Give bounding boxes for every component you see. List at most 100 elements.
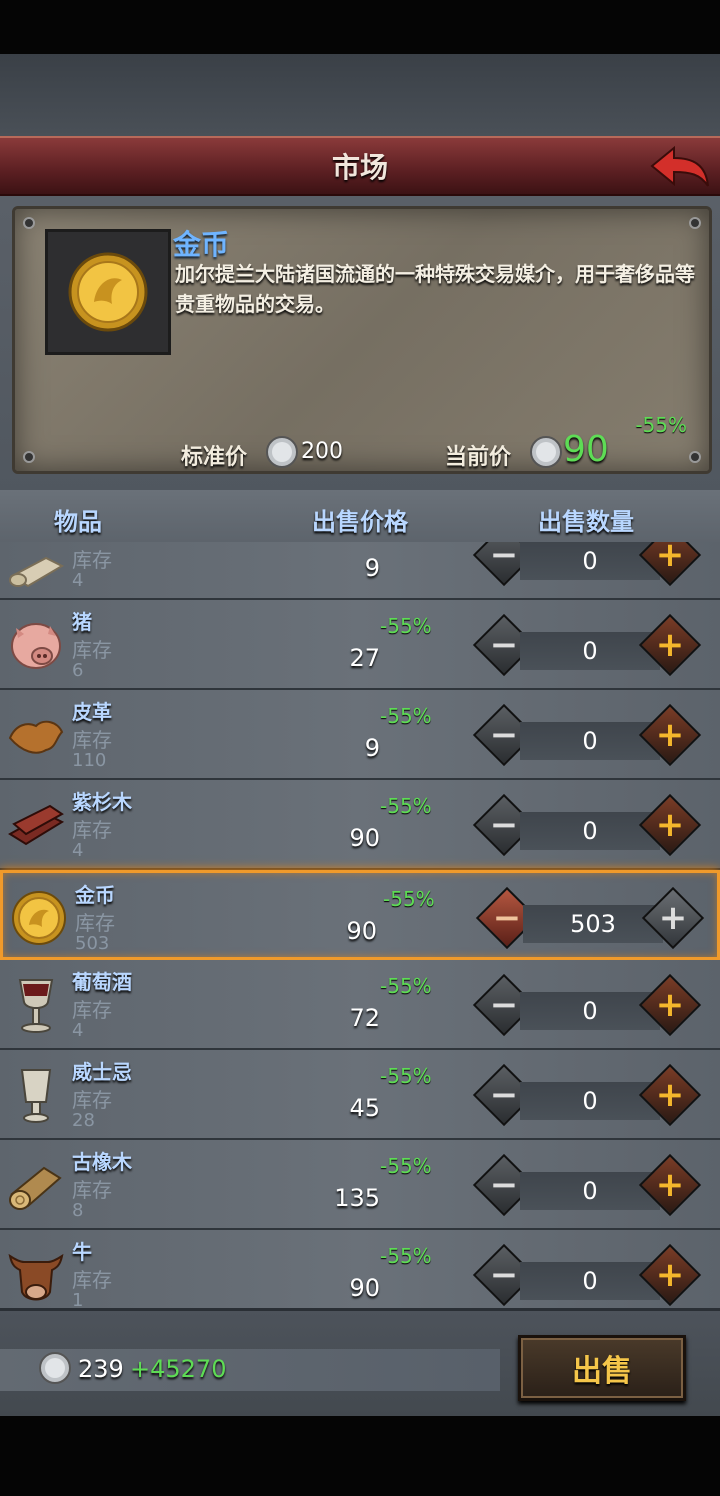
sell-price: 9 (364, 554, 380, 582)
item-name: 古橡木 (72, 1150, 132, 1174)
discount-badge: -55% (380, 704, 432, 728)
sell-price: 27 (349, 644, 380, 672)
list-item[interactable]: 紫杉木 库存 4 -55% 90 − 0 + (0, 780, 720, 870)
item-name: 紫杉木 (72, 790, 132, 814)
list-item[interactable]: 古橡木 库存 8 -55% 135 − 0 + (0, 1140, 720, 1230)
silver-coin-icon (530, 436, 562, 468)
quantity-field[interactable]: 0 (520, 1082, 660, 1120)
standard-price-label: 标准价 (181, 445, 248, 470)
discount-badge: -55% (380, 1154, 432, 1178)
back-button[interactable] (648, 144, 712, 192)
wine-goblet-icon (18, 979, 54, 1033)
discount-badge: -55% (380, 974, 432, 998)
silver-coin-icon (266, 436, 298, 468)
leather-icon (8, 720, 64, 754)
stock-label: 库存 (72, 1268, 112, 1292)
column-quantity: 出售数量 (538, 508, 634, 536)
navigation-bar (0, 1416, 720, 1496)
column-price: 出售价格 (312, 508, 408, 536)
sell-button[interactable]: 出售 (518, 1335, 686, 1401)
pin-icon (689, 217, 701, 229)
stock-label: 库存 (72, 1178, 112, 1202)
discount-badge: -55% (383, 887, 435, 911)
item-name: 金币 (75, 883, 115, 907)
footer-balance-bar (0, 1349, 500, 1391)
item-name: 牛 (72, 1240, 92, 1264)
stock-value: 110 (72, 750, 107, 771)
list-item[interactable]: 牛 库存 1 -55% 90 − 0 + (0, 1230, 720, 1308)
title-bar: 市场 (0, 136, 720, 196)
stock-label: 库存 (72, 998, 112, 1022)
quantity-field[interactable]: 0 (520, 632, 660, 670)
sale-gain: +45270 (130, 1355, 227, 1383)
stock-value: 4 (72, 570, 84, 591)
item-description: 加尔提兰大陆诸国流通的一种特殊交易媒介，用于奢侈品等贵重物品的交易。 (175, 262, 695, 316)
top-band (0, 54, 720, 136)
sell-price: 90 (349, 824, 380, 852)
oak-log-icon (9, 1166, 62, 1210)
stock-value: 1 (72, 1290, 84, 1308)
list-item[interactable]: 猪 库存 6 -55% 27 − 0 + (0, 600, 720, 690)
discount-badge: -55% (380, 1064, 432, 1088)
silver-coin-icon (39, 1352, 71, 1384)
footer: 239 +45270 出售 (0, 1308, 720, 1416)
sell-price: 9 (364, 734, 380, 762)
silver-balance: 239 (78, 1355, 124, 1383)
discount-badge: -55% (380, 794, 432, 818)
quantity-field[interactable]: 0 (520, 992, 660, 1030)
item-name: 葡萄酒 (72, 970, 132, 994)
gold-coin-icon (12, 891, 66, 945)
status-bar (0, 0, 720, 54)
list-item[interactable]: 葡萄酒 库存 4 -55% 72 − 0 + (0, 960, 720, 1050)
sell-price: 72 (349, 1004, 380, 1032)
sell-price: 90 (346, 917, 377, 945)
list-item[interactable]: 威士忌 库存 28 -55% 45 − 0 + (0, 1050, 720, 1140)
sell-price: 45 (349, 1094, 380, 1122)
list-item-selected[interactable]: 金币 库存 503 -55% 90 − 503 + (0, 870, 720, 960)
item-name: 猪 (72, 610, 92, 634)
stock-value: 8 (72, 1200, 84, 1221)
stock-label: 库存 (75, 911, 115, 935)
stock-value: 4 (72, 840, 84, 861)
yew-wood-icon (8, 804, 65, 846)
pin-icon (23, 217, 35, 229)
current-price: 90 (563, 429, 609, 470)
quantity-field[interactable]: 503 (523, 905, 663, 943)
list-item[interactable]: 皮革 库存 110 -55% 9 − 0 + (0, 690, 720, 780)
quantity-field[interactable]: 0 (520, 722, 660, 760)
discount-badge: -55% (380, 1244, 432, 1268)
quantity-field[interactable]: 0 (520, 1262, 660, 1300)
discount-badge: -55% (380, 614, 432, 638)
quantity-field[interactable]: 0 (520, 542, 660, 580)
pig-icon (11, 623, 61, 669)
stock-value: 6 (72, 660, 84, 681)
item-list[interactable]: 库存 4 9 − 0 + 猪 库存 6 -55% 27 − 0 + 皮革 库存 … (0, 542, 720, 1308)
item-name: 金币 (173, 228, 230, 261)
column-item: 物品 (54, 508, 102, 536)
stock-label: 库存 (72, 818, 112, 842)
sell-price: 135 (334, 1184, 380, 1212)
stock-label: 库存 (72, 638, 112, 662)
item-icon-frame (45, 229, 171, 355)
item-name: 皮革 (72, 700, 112, 724)
whiskey-cup-icon (20, 1069, 52, 1123)
list-header: 物品 出售价格 出售数量 (0, 490, 720, 542)
standard-price: 200 (301, 439, 343, 464)
quantity-field[interactable]: 0 (520, 1172, 660, 1210)
list-item[interactable]: 库存 4 9 − 0 + (0, 542, 720, 600)
stock-value: 503 (75, 933, 110, 954)
stock-value: 28 (72, 1110, 95, 1131)
quantity-field[interactable]: 0 (520, 812, 660, 850)
item-name: 威士忌 (72, 1060, 132, 1084)
stock-label: 库存 (72, 548, 112, 572)
price-row: 标准价 200 当前价 90 (15, 429, 715, 471)
sell-price: 90 (349, 1274, 380, 1302)
stock-label: 库存 (72, 1088, 112, 1112)
current-price-label: 当前价 (445, 445, 512, 470)
stock-label: 库存 (72, 728, 112, 752)
gold-coin-icon (68, 252, 148, 332)
page-title: 市场 (331, 151, 388, 184)
paper-scroll-icon (9, 556, 65, 588)
back-arrow-icon (650, 145, 709, 187)
discount-badge: -55% (635, 413, 687, 437)
